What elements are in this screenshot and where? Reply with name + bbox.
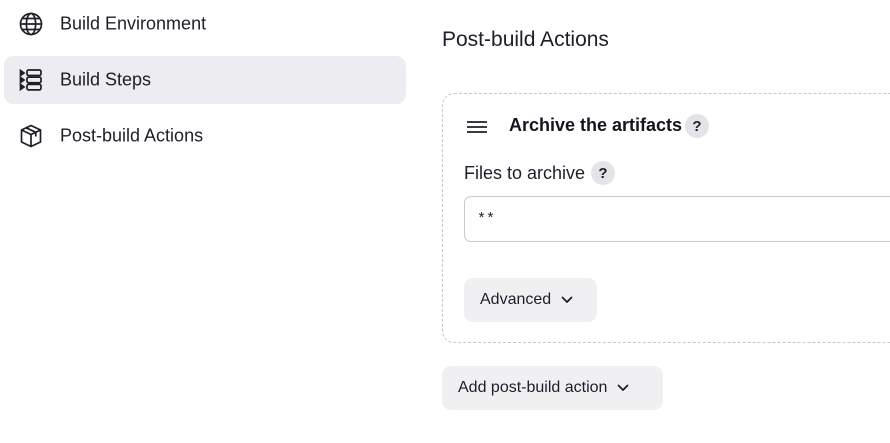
sidebar-item-build-environment[interactable]: Build Environment	[4, 0, 406, 48]
help-icon[interactable]: ?	[685, 114, 709, 138]
globe-icon	[18, 11, 44, 37]
files-to-archive-label: Files to archive	[464, 163, 586, 183]
chevron-down-icon	[561, 296, 573, 304]
page: Build Environment Build Steps Post-build…	[0, 0, 890, 443]
sidebar-item-build-steps[interactable]: Build Steps	[4, 56, 406, 104]
card-title: Archive the artifacts	[509, 115, 683, 135]
package-icon	[18, 123, 44, 149]
sidebar-item-label: Build Environment	[60, 13, 207, 34]
sidebar-item-label: Post-build Actions	[60, 125, 204, 146]
drag-handle-icon[interactable]	[466, 117, 488, 137]
sidebar: Build Environment Build Steps Post-build…	[0, 0, 410, 443]
sidebar-item-post-build-actions[interactable]: Post-build Actions	[4, 112, 406, 160]
sidebar-item-label: Build Steps	[60, 69, 152, 90]
advanced-button[interactable]: Advanced	[464, 278, 597, 322]
advanced-label: Advanced	[480, 291, 552, 308]
list-steps-icon	[18, 67, 44, 93]
files-to-archive-input[interactable]	[464, 196, 890, 242]
add-post-build-action-button[interactable]: Add post-build action	[442, 366, 663, 410]
add-post-build-action-label: Add post-build action	[458, 379, 608, 396]
field-help-icon[interactable]: ?	[591, 161, 615, 185]
section-title: Post-build Actions	[442, 28, 609, 51]
chevron-down-icon	[617, 384, 629, 392]
